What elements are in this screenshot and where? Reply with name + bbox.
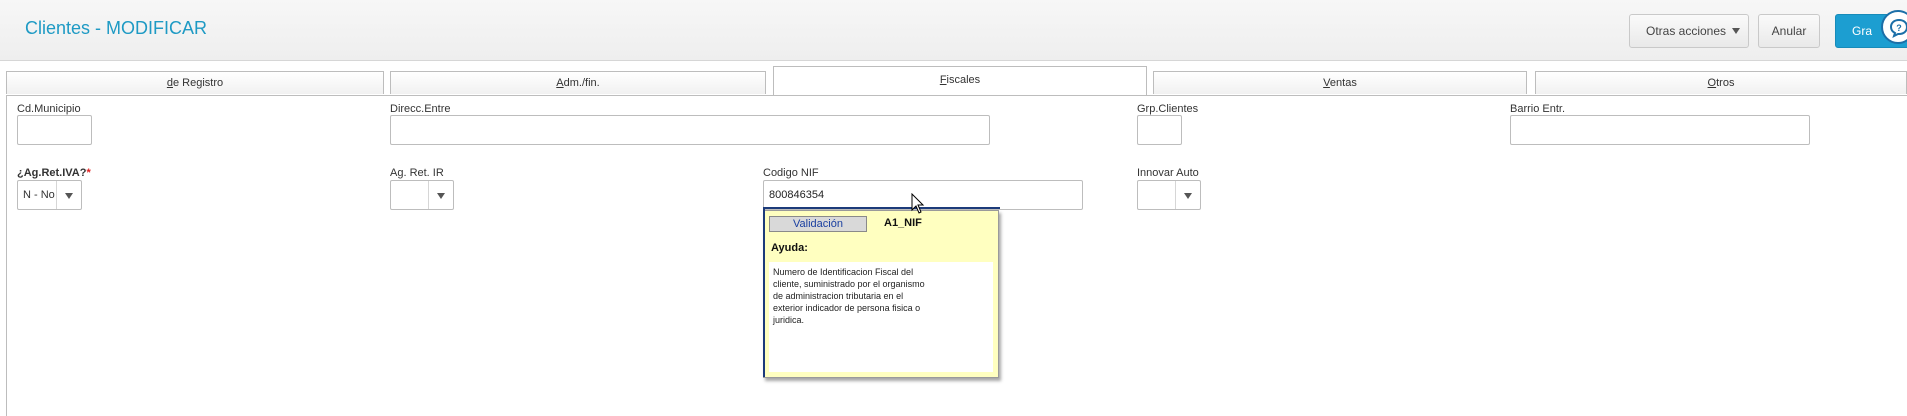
- chevron-down-icon: [56, 181, 81, 209]
- chevron-down-icon: [428, 181, 453, 209]
- mouse-cursor-icon: [911, 192, 925, 220]
- content-border: [6, 95, 7, 416]
- innovar-auto-select[interactable]: [1137, 180, 1201, 210]
- tooltip-tab-validacion[interactable]: Validación: [769, 216, 867, 232]
- anular-button[interactable]: Anular: [1758, 14, 1820, 48]
- direcc-entre-label: Direcc.Entre: [390, 103, 451, 115]
- tooltip-heading: Ayuda:: [771, 242, 808, 254]
- tab-divider: [6, 95, 1907, 96]
- tab-otros[interactable]: Otros: [1535, 71, 1907, 94]
- required-mark: *: [86, 167, 91, 179]
- chevron-down-icon: [1732, 28, 1740, 34]
- barrio-entr-label: Barrio Entr.: [1510, 103, 1566, 115]
- grp-clientes-label: Grp.Clientes: [1137, 103, 1199, 115]
- folder-tabs: de Registro Adm./fin. Fiscales Ventas Ot…: [0, 66, 1907, 96]
- direcc-entre-input[interactable]: [390, 115, 990, 145]
- ag-ret-iva-label: ¿Ag.Ret.IVA?*: [17, 167, 91, 179]
- tooltip-help-text: Numero de Identificacion Fiscal del clie…: [769, 262, 993, 372]
- cd-municipio-input[interactable]: [17, 115, 92, 145]
- innovar-auto-label: Innovar Auto: [1137, 167, 1199, 179]
- barrio-entr-input[interactable]: [1510, 115, 1810, 145]
- codigo-nif-label: Codigo NIF: [763, 167, 819, 179]
- otras-acciones-button[interactable]: Otras acciones: [1629, 14, 1749, 48]
- ag-ret-iva-value: N - No: [23, 189, 55, 201]
- ag-ret-iva-select[interactable]: N - No: [17, 180, 82, 210]
- page-header: Clientes - MODIFICAR Otras acciones Anul…: [0, 0, 1907, 61]
- tab-adm-fin[interactable]: Adm./fin.: [390, 71, 766, 94]
- tab-de-registro[interactable]: de Registro: [6, 71, 384, 94]
- tooltip-border-left: [763, 207, 765, 377]
- grp-clientes-input[interactable]: [1137, 115, 1182, 145]
- chevron-down-icon: [1175, 181, 1200, 209]
- tab-ventas[interactable]: Ventas: [1153, 71, 1527, 94]
- ag-ret-ir-select[interactable]: [390, 180, 454, 210]
- tooltip-border-top: [763, 207, 1000, 209]
- help-tooltip: Validación A1_NIF Ayuda: Numero de Ident…: [763, 207, 1000, 378]
- otras-acciones-label: Otras acciones: [1646, 24, 1727, 38]
- ag-ret-ir-label: Ag. Ret. IR: [390, 167, 444, 179]
- chat-help-icon[interactable]: ?: [1881, 10, 1907, 44]
- svg-text:?: ?: [1896, 23, 1902, 33]
- tab-fiscales[interactable]: Fiscales: [773, 66, 1147, 96]
- page-title: Clientes - MODIFICAR: [25, 18, 208, 38]
- cd-municipio-label: Cd.Municipio: [17, 103, 81, 115]
